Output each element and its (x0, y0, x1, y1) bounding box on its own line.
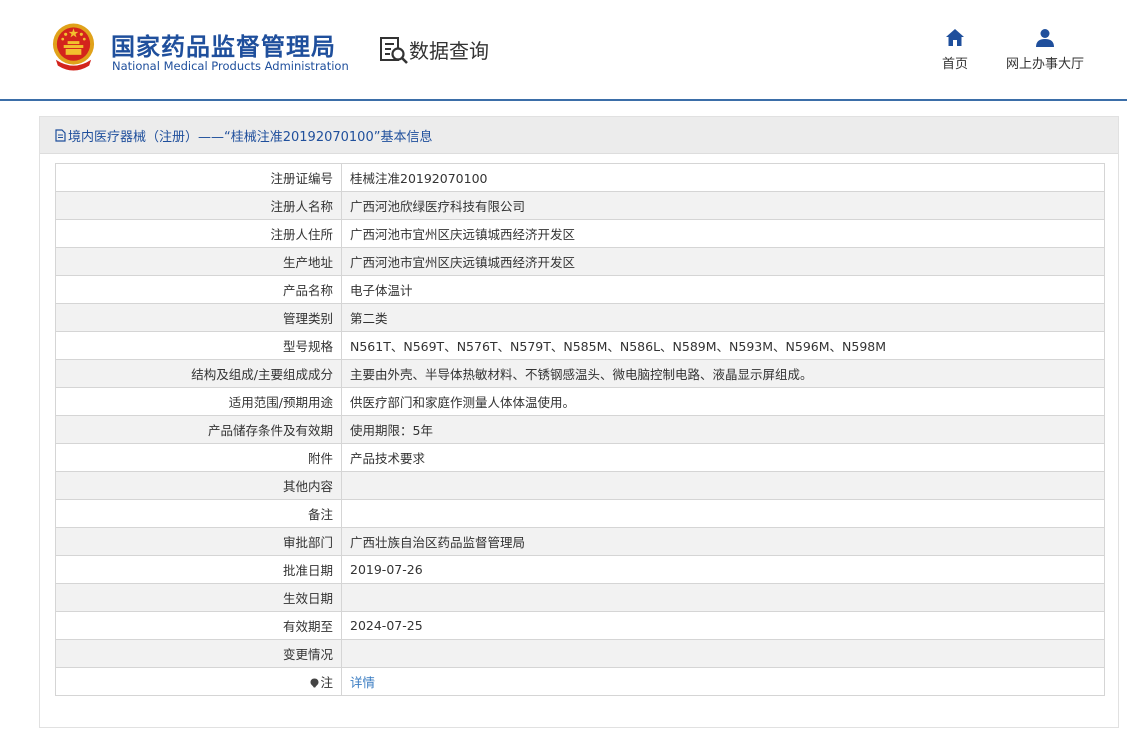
field-value (341, 499, 1105, 528)
panel-header: 境内医疗器械（注册）——“桂械注准20192070100”基本信息 (40, 117, 1118, 154)
field-label: 产品储存条件及有效期 (55, 415, 342, 444)
field-label: 生产地址 (55, 247, 342, 276)
field-label: 附件 (55, 443, 342, 472)
note-icon (310, 678, 319, 688)
agency-name-cn: 国家药品监督管理局 (111, 33, 336, 61)
table-row: 管理类别 第二类 (55, 303, 1105, 332)
details-link[interactable]: 详情 (350, 675, 375, 690)
user-icon (1036, 29, 1054, 47)
field-label: 型号规格 (55, 331, 342, 360)
agency-name-en: National Medical Products Administration (112, 59, 349, 73)
table-row: 有效期至 2024-07-25 (55, 611, 1105, 640)
table-row: 附件 产品技术要求 (55, 443, 1105, 472)
nav-home[interactable]: 首页 (937, 28, 973, 72)
field-value: 产品技术要求 (341, 443, 1105, 472)
field-value: 供医疗部门和家庭作测量人体体温使用。 (341, 387, 1105, 416)
home-icon (946, 29, 964, 46)
table-row: 适用范围/预期用途 供医疗部门和家庭作测量人体体温使用。 (55, 387, 1105, 416)
table-row: 注册人名称 广西河池欣绿医疗科技有限公司 (55, 191, 1105, 220)
document-icon (55, 128, 66, 142)
field-label: 注册人住所 (55, 219, 342, 248)
registration-info-table: 注册证编号 桂械注准20192070100 注册人名称 广西河池欣绿医疗科技有限公司注… (55, 163, 1105, 696)
table-row: 型号规格 N561T、N569T、N576T、N579T、N585M、N586L、… (55, 331, 1105, 360)
field-label: 管理类别 (55, 303, 342, 332)
field-label: 注册人名称 (55, 191, 342, 220)
field-value: 电子体温计 (341, 275, 1105, 304)
field-value: 2024-07-25 (341, 611, 1105, 640)
field-value: 广西河池市宜州区庆远镇城西经济开发区 (341, 219, 1105, 248)
field-value: 第二类 (341, 303, 1105, 332)
field-value: 广西河池欣绿医疗科技有限公司 (341, 191, 1105, 220)
nav-online-service-hall[interactable]: 网上办事大厅 (1003, 28, 1087, 72)
field-label: 适用范围/预期用途 (55, 387, 342, 416)
field-label: 备注 (55, 499, 342, 528)
field-label: 批准日期 (55, 555, 342, 584)
nav-online-label: 网上办事大厅 (1005, 57, 1084, 72)
table-row-note: 注 详情 (55, 667, 1105, 696)
device-info-panel: 境内医疗器械（注册）——“桂械注准20192070100”基本信息 注册证编号桂… (39, 116, 1119, 728)
site-header: 国家药品监督管理局 National Medical Products Admi… (0, 0, 1127, 101)
field-value: N561T、N569T、N576T、N579T、N585M、N586L、N589… (341, 331, 1105, 360)
nav-home-label: 首页 (941, 57, 968, 72)
table-row: 产品储存条件及有效期 使用期限：5年 (55, 415, 1105, 444)
table-row: 产品名称 电子体温计 (55, 275, 1105, 304)
table-row: 结构及组成/主要组成成分 主要由外壳、半导体热敏材料、不锈钢感温头、微电脑控制电路… (55, 359, 1105, 388)
data-query-title: 数据查询 (409, 39, 489, 63)
table-row: 注册人住所 广西河池市宜州区庆远镇城西经济开发区 (55, 219, 1105, 248)
table-row: 备注 (55, 499, 1105, 528)
field-label: 审批部门 (55, 527, 342, 556)
note-label: 注 (320, 675, 333, 690)
field-value (341, 583, 1105, 612)
table-row: 批准日期 2019-07-26 (55, 555, 1105, 584)
field-label: 其他内容 (55, 471, 342, 500)
table-row: 其他内容 (55, 471, 1105, 500)
data-query-icon (380, 37, 408, 64)
field-label: 生效日期 (55, 583, 342, 612)
table-row: 生效日期 (55, 583, 1105, 612)
field-label: 产品名称 (55, 275, 342, 304)
table-row: 审批部门 广西壮族自治区药品监督管理局 (55, 527, 1105, 556)
field-value: 广西壮族自治区药品监督管理局 (341, 527, 1105, 556)
field-value (341, 471, 1105, 500)
field-label: 结构及组成/主要组成成分 (55, 359, 342, 388)
field-value: 2019-07-26 (341, 555, 1105, 584)
national-emblem-icon (52, 23, 95, 71)
field-label: 注册证编号 (55, 163, 342, 192)
field-value: 桂械注准20192070100 (341, 163, 1105, 192)
field-value: 广西河池市宜州区庆远镇城西经济开发区 (341, 247, 1105, 276)
field-label: 有效期至 (55, 611, 342, 640)
table-row: 生产地址 广西河池市宜州区庆远镇城西经济开发区 (55, 247, 1105, 276)
note-value-cell: 详情 (341, 667, 1105, 696)
field-value: 使用期限：5年 (341, 415, 1105, 444)
field-value: 主要由外壳、半导体热敏材料、不锈钢感温头、微电脑控制电路、液晶显示屏组成。 (341, 359, 1105, 388)
field-label: 变更情况 (55, 639, 342, 668)
table-row: 注册证编号 桂械注准20192070100 (55, 163, 1105, 192)
field-value (341, 639, 1105, 668)
table-row: 变更情况 (55, 639, 1105, 668)
note-label-cell: 注 (55, 667, 342, 696)
panel-title: 境内医疗器械（注册）——“桂械注准20192070100”基本信息 (68, 129, 433, 145)
